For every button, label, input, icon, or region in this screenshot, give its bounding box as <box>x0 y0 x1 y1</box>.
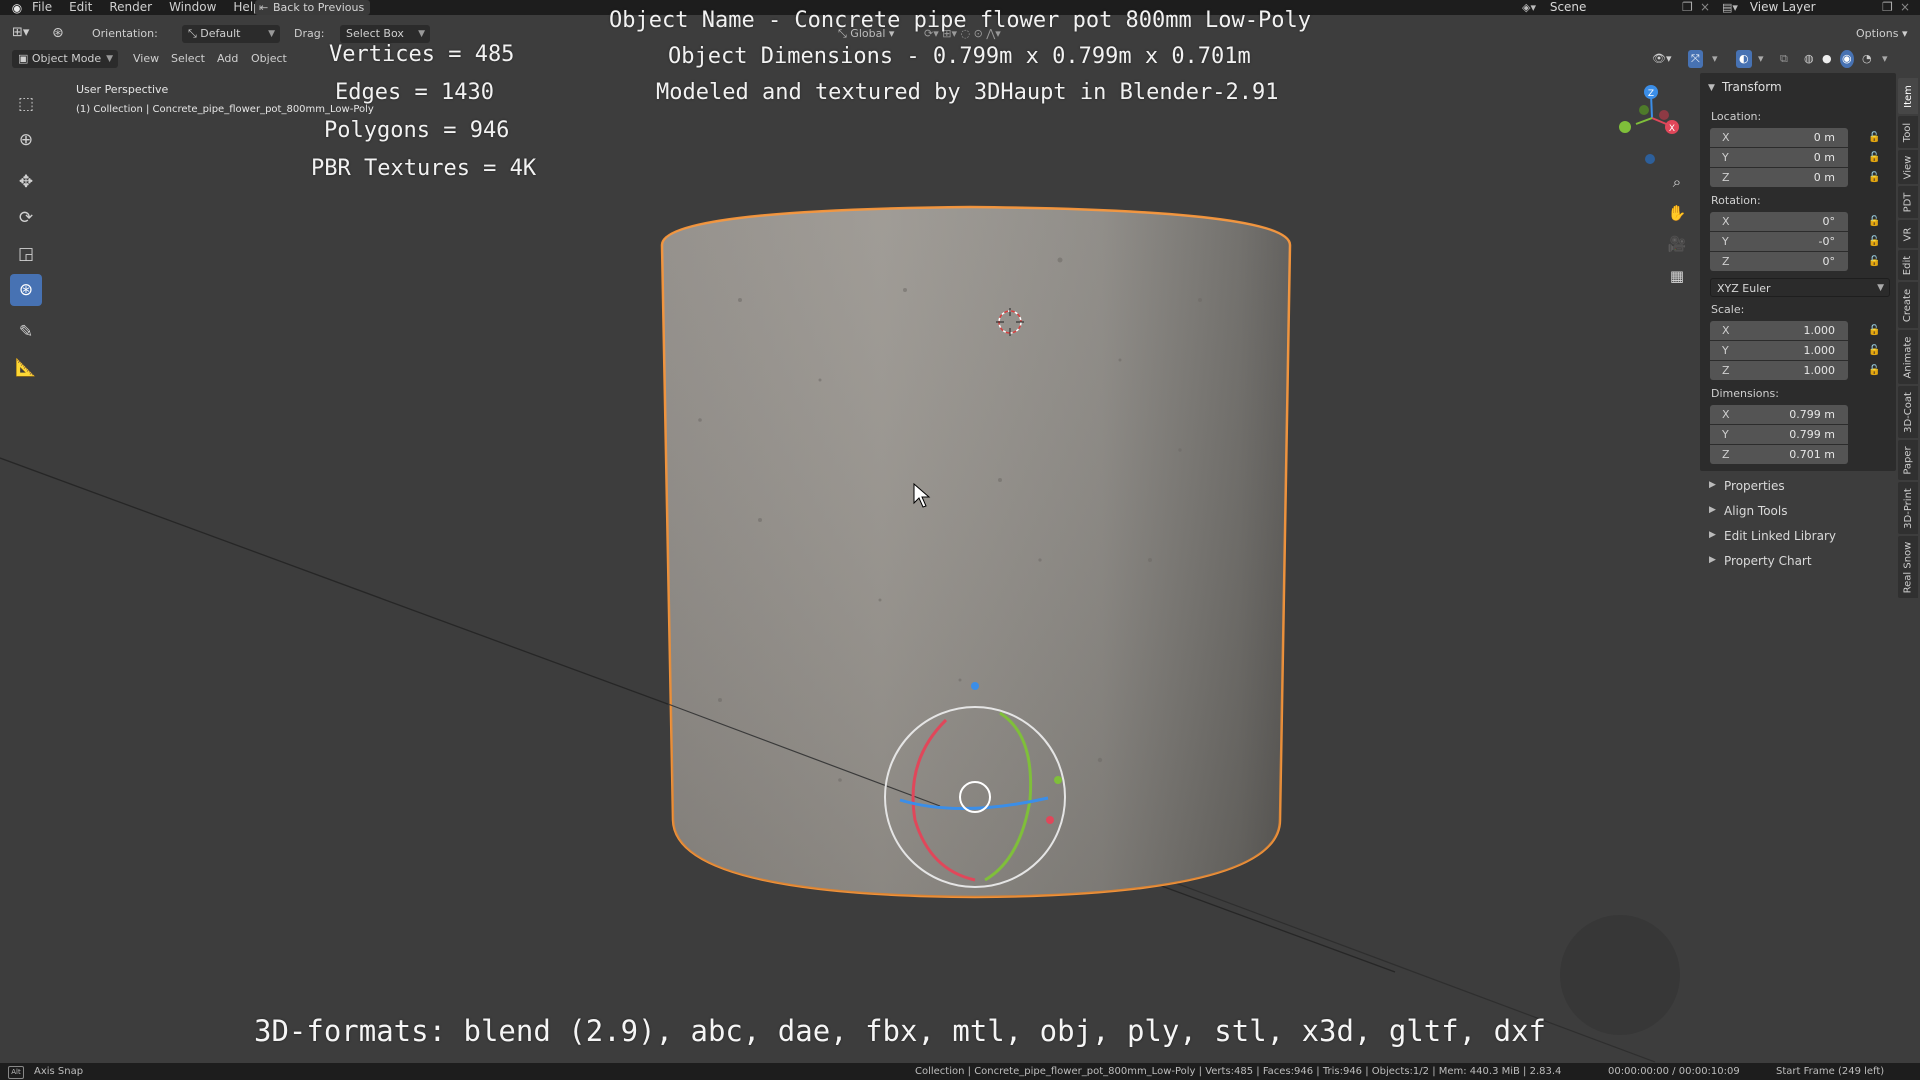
status-bar: Alt Axis Snap Collection | Concrete_pipe… <box>0 1063 1920 1080</box>
alt-key-icon: Alt <box>8 1066 24 1079</box>
measure-icon[interactable]: 📐 <box>10 352 42 384</box>
lock-scale-z-icon[interactable]: 🔓 <box>1868 365 1880 377</box>
chevron-down-icon: ▼ <box>1877 283 1884 293</box>
status-axis-snap: Axis Snap <box>34 1066 84 1077</box>
tool-shelf: ⬚ ⊕ ✥ ⟳ ◲ ⊛ ✎ 📐 <box>10 88 46 388</box>
scale-icon[interactable]: ◲ <box>10 238 42 270</box>
location-z-field[interactable]: Z0 m <box>1710 168 1848 187</box>
scale-z-field[interactable]: Z 1.000 <box>1710 361 1848 380</box>
hand-pan-icon[interactable]: ✋ <box>1664 200 1690 226</box>
viewport-decoration <box>1560 915 1680 1035</box>
transform-panel-title[interactable]: Transform <box>1722 80 1782 94</box>
axis-y-negative[interactable] <box>1639 105 1649 115</box>
lock-rotation-z-icon[interactable]: 🔓 <box>1868 256 1880 268</box>
overlay-credit: Modeled and textured by 3DHaupt in Blend… <box>656 80 1279 105</box>
annotate-icon[interactable]: ✎ <box>10 316 42 348</box>
properties-panel-header[interactable]: ▶ Properties <box>1700 475 1896 497</box>
overlay-object-name: Object Name - Concrete pipe flower pot 8… <box>609 8 1311 33</box>
status-scene-statistics: Collection | Concrete_pipe_flower_pot_80… <box>915 1066 1562 1077</box>
axis-z-label: Z <box>1648 89 1654 99</box>
status-frame-info: Start Frame (249 left) <box>1776 1066 1885 1077</box>
tab-paper[interactable]: Paper <box>1898 440 1918 480</box>
rotation-x-field[interactable]: X 0° <box>1710 212 1848 231</box>
overlay-object-dimensions: Object Dimensions - 0.799m x 0.799m x 0.… <box>668 44 1251 69</box>
location-label: Location: <box>1711 110 1762 123</box>
tab-3d-print[interactable]: 3D-Print <box>1898 482 1918 534</box>
overlay-formats: 3D-formats: blend (2.9), abc, dae, fbx, … <box>254 1014 1547 1048</box>
tab-animate[interactable]: Animate <box>1898 330 1918 384</box>
dimension-y-field[interactable]: Y 0.799 m <box>1710 425 1848 444</box>
rotation-y-field[interactable]: Y -0° <box>1710 232 1848 251</box>
lock-rotation-x-icon[interactable]: 🔓 <box>1868 216 1880 228</box>
viewport-canvas[interactable]: Z X <box>0 0 1920 1080</box>
lock-scale-y-icon[interactable]: 🔓 <box>1868 345 1880 357</box>
tab-create[interactable]: Create <box>1898 282 1918 328</box>
lock-location-z-icon[interactable]: 🔓 <box>1868 172 1880 184</box>
rotation-mode-dropdown[interactable]: XYZ Euler ▼ <box>1710 278 1890 297</box>
lock-location-y-icon[interactable]: 🔓 <box>1868 152 1880 164</box>
zoom-icon[interactable]: ⌕ <box>1664 169 1690 195</box>
tab-edit[interactable]: Edit <box>1898 250 1918 280</box>
location-y-field[interactable]: Y0 m <box>1710 148 1848 167</box>
tab-real-snow[interactable]: Real Snow <box>1898 536 1918 598</box>
dimension-x-field[interactable]: X 0.799 m <box>1710 405 1848 424</box>
stat-polygons: Polygons = 946 <box>324 118 510 143</box>
stat-textures: PBR Textures = 4K <box>311 156 537 181</box>
property-chart-panel-header[interactable]: ▶ Property Chart <box>1700 550 1896 572</box>
tab-view[interactable]: View <box>1898 150 1918 184</box>
cursor-icon[interactable]: ⊕ <box>10 124 42 156</box>
transform-icon[interactable]: ⊛ <box>10 274 42 306</box>
lock-scale-x-icon[interactable]: 🔓 <box>1868 325 1880 337</box>
lock-location-x-icon[interactable]: 🔓 <box>1868 132 1880 144</box>
lock-rotation-y-icon[interactable]: 🔓 <box>1868 236 1880 248</box>
edit-linked-library-panel-header[interactable]: ▶ Edit Linked Library <box>1700 525 1896 547</box>
sidebar-n-panel: ▼ Transform Location: X0 m Y0 m Z0 m 🔓 🔓… <box>1700 73 1896 471</box>
stat-edges: Edges = 1430 <box>335 80 494 105</box>
tab-vr[interactable]: VR <box>1898 220 1918 248</box>
scale-x-field[interactable]: X 1.000 <box>1710 321 1848 340</box>
scale-label: Scale: <box>1711 303 1745 316</box>
rotation-mode-value: XYZ Euler <box>1717 282 1771 295</box>
camera-icon[interactable]: 🎥 <box>1664 231 1690 257</box>
axis-z-negative[interactable] <box>1645 154 1655 164</box>
tab-item[interactable]: Item <box>1898 78 1918 114</box>
axis-x-negative[interactable] <box>1659 110 1669 120</box>
axis-y-positive[interactable] <box>1619 121 1631 133</box>
move-icon[interactable]: ✥ <box>10 166 42 198</box>
chevron-right-icon: ▶ <box>1709 480 1716 490</box>
chevron-down-icon[interactable]: ▼ <box>1708 83 1715 93</box>
pot-shading-overlay <box>662 207 1290 897</box>
chevron-right-icon: ▶ <box>1709 505 1716 515</box>
active-collection-label: (1) Collection | Concrete_pipe_flower_po… <box>76 104 374 115</box>
select-box-icon[interactable]: ⬚ <box>10 88 42 120</box>
perspective-label: User Perspective <box>76 83 169 96</box>
status-timecode: 00:00:00:00 / 00:00:10:09 <box>1608 1066 1740 1077</box>
tab-3d-coat[interactable]: 3D-Coat <box>1898 386 1918 438</box>
dimensions-label: Dimensions: <box>1711 387 1779 400</box>
chevron-right-icon: ▶ <box>1709 555 1716 565</box>
tab-tool[interactable]: Tool <box>1898 116 1918 148</box>
scale-y-field[interactable]: Y 1.000 <box>1710 341 1848 360</box>
rotate-icon[interactable]: ⟳ <box>10 202 42 234</box>
chevron-right-icon: ▶ <box>1709 530 1716 540</box>
dimension-z-field[interactable]: Z 0.701 m <box>1710 445 1848 464</box>
location-x-field[interactable]: X0 m <box>1710 128 1848 147</box>
stat-vertices: Vertices = 485 <box>329 42 515 67</box>
axis-x-label: X <box>1669 124 1675 134</box>
sidebar-tabs: Item Tool View PDT VR Edit Create Animat… <box>1898 78 1920 638</box>
grid-ortho-icon[interactable]: ▦ <box>1664 263 1690 289</box>
rotation-label: Rotation: <box>1711 194 1761 207</box>
align-tools-panel-header[interactable]: ▶ Align Tools <box>1700 500 1896 522</box>
tab-pdt[interactable]: PDT <box>1898 186 1918 218</box>
rotation-z-field[interactable]: Z 0° <box>1710 252 1848 271</box>
